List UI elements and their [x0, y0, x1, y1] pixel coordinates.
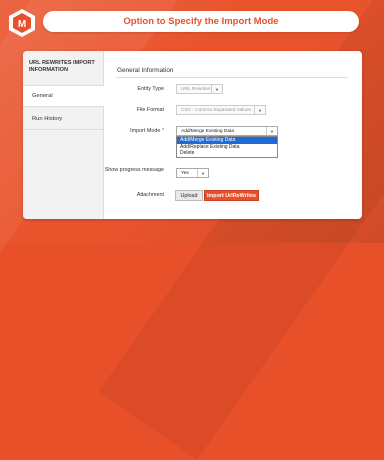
show-progress-select[interactable]: Yes ▼: [176, 168, 209, 178]
import-mode-label-text: Import Mode: [130, 128, 161, 134]
import-mode-dropdown: Add/Merge Existing Data Add/Replace Exis…: [176, 136, 278, 158]
entity-type-select[interactable]: URL Rewrites ▼: [176, 84, 223, 94]
chevron-down-icon: ▼: [211, 85, 222, 93]
sidebar-title: URL REWRITES IMPORT INFORMATION: [29, 60, 95, 73]
file-format-label: File Format: [136, 107, 164, 113]
svg-text:M: M: [18, 19, 26, 30]
sidebar: URL REWRITES IMPORT INFORMATION General …: [23, 51, 104, 219]
file-format-value: CSV - Comma Separated Values: [181, 107, 252, 113]
upload-button[interactable]: Upload: [175, 190, 203, 201]
show-progress-value: Yes: [181, 170, 189, 176]
import-mode-select[interactable]: Add/Merge Existing Data ▼: [176, 126, 278, 136]
import-mode-label: Import Mode *: [94, 128, 164, 135]
divider: [116, 77, 348, 78]
chevron-down-icon: ▼: [266, 127, 277, 135]
required-marker: *: [161, 128, 164, 134]
file-format-select[interactable]: CSV - Comma Separated Values ▼: [176, 105, 266, 115]
import-mode-option-delete[interactable]: Delete: [177, 150, 277, 157]
show-progress-label: Show progress message: [104, 167, 164, 173]
me-logo-icon: M: [9, 9, 35, 37]
chevron-down-icon: ▼: [197, 169, 208, 177]
import-button[interactable]: Import UrlReWrites: [204, 190, 259, 201]
attachment-label: Attachment: [136, 192, 164, 198]
page-title: Option to Specify the Import Mode: [43, 11, 359, 32]
tab-run-history[interactable]: Run History: [23, 108, 103, 130]
entity-type-value: URL Rewrites: [181, 86, 211, 92]
import-panel: URL REWRITES IMPORT INFORMATION General …: [23, 51, 362, 219]
chevron-down-icon: ▼: [254, 106, 265, 114]
entity-type-label: Entity Type: [137, 86, 164, 92]
tab-general[interactable]: General: [23, 85, 104, 107]
section-title: General Information: [117, 67, 174, 74]
import-mode-value: Add/Merge Existing Data: [181, 128, 235, 134]
